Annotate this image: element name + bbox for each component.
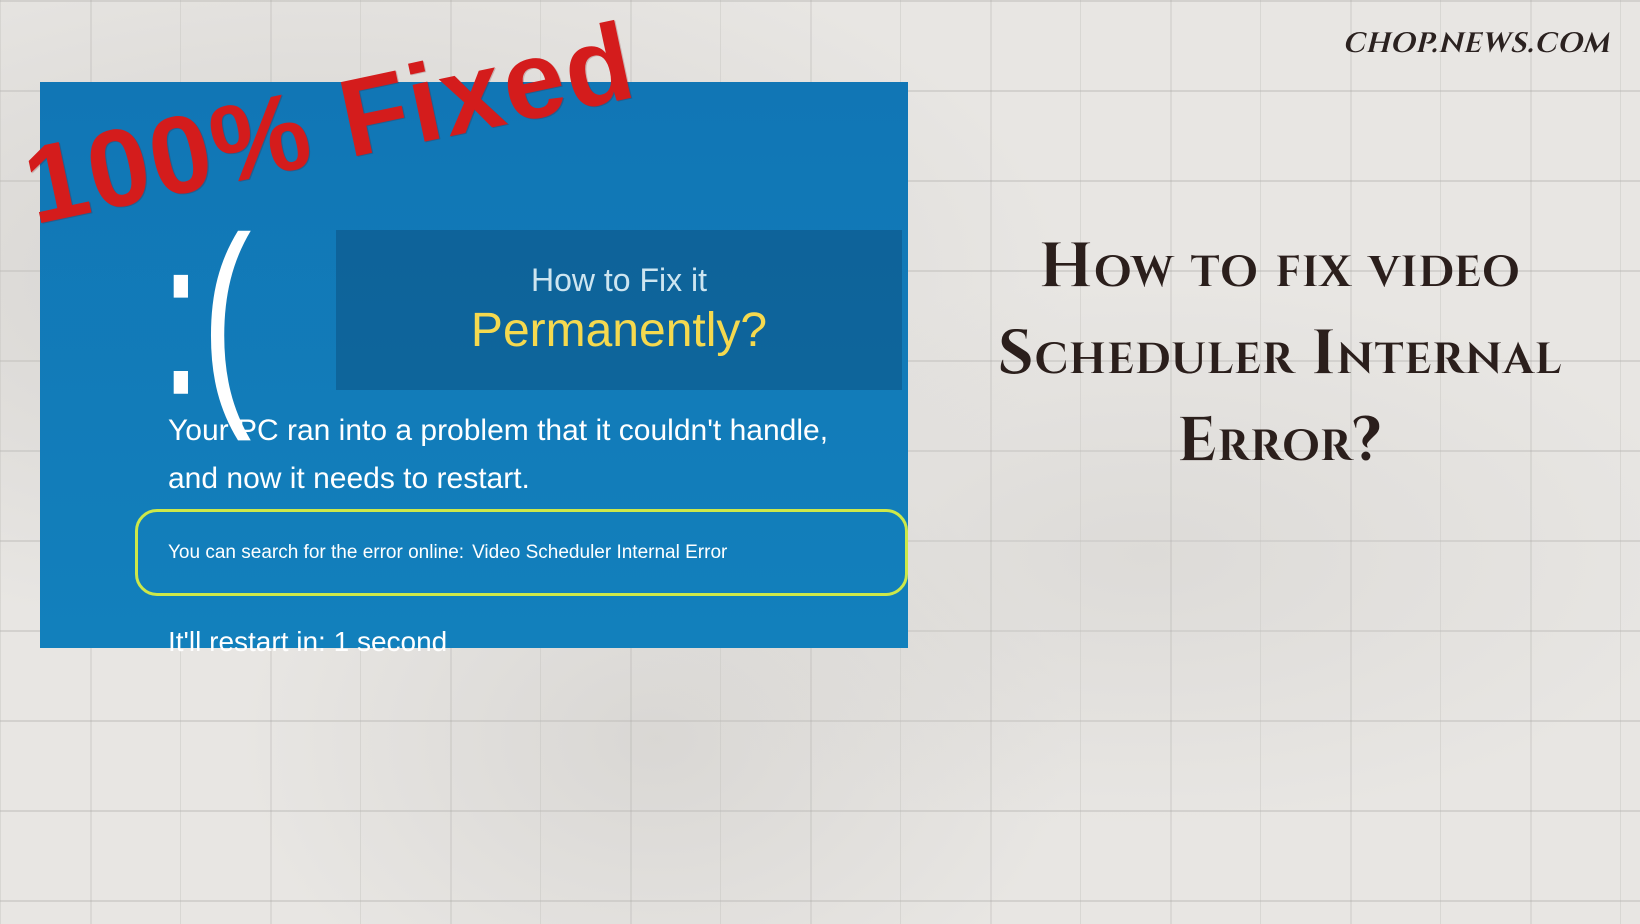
error-search-box: You can search for the error online: Vid… bbox=[135, 509, 908, 596]
article-title: How to fix video Scheduler Internal Erro… bbox=[920, 225, 1640, 485]
bsod-main-message: Your PC ran into a problem that it could… bbox=[168, 407, 868, 503]
how-to-fix-box: How to Fix it Permanently? bbox=[336, 230, 902, 390]
site-watermark: CHOP.NEWS.COM bbox=[1342, 26, 1610, 63]
fix-line-1: How to Fix it bbox=[531, 262, 707, 299]
restart-countdown: It'll restart in: 1 second bbox=[168, 626, 447, 658]
fix-line-2: Permanently? bbox=[471, 303, 767, 358]
search-label: You can search for the error online: bbox=[168, 542, 464, 564]
error-name: Video Scheduler Internal Error bbox=[472, 542, 727, 564]
